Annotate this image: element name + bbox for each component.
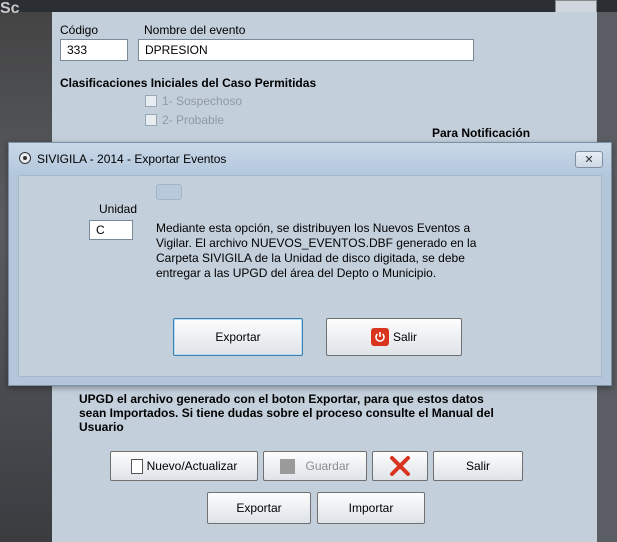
description-line: Mediante esta opción, se distribuyen los… (156, 221, 471, 235)
background-window-title-fragment: Sc (0, 0, 20, 17)
importar-button[interactable]: Importar (317, 492, 425, 524)
delete-button[interactable] (372, 451, 428, 481)
salir-button[interactable]: Salir (433, 451, 523, 481)
sospechoso-label: 1- Sospechoso (162, 94, 243, 108)
nuevo-actualizar-label: Nuevo/Actualizar (146, 459, 238, 473)
exportar-eventos-dialog: SIVIGILA - 2014 - Exportar Eventos ✕ Uni… (8, 142, 612, 386)
description-line: Carpeta SIVIGILA de la Unidad de disco d… (156, 251, 465, 265)
salir-label: Salir (465, 459, 490, 473)
export-description: Mediante esta opción, se distribuyen los… (156, 221, 516, 281)
close-icon: ✕ (584, 154, 594, 166)
guardar-button[interactable]: Guardar (263, 451, 367, 481)
probable-checkbox[interactable] (145, 114, 157, 126)
new-document-icon (130, 458, 143, 474)
sospechoso-checkbox[interactable] (145, 95, 157, 107)
dialog-body: Unidad C Mediante esta opción, se distri… (18, 175, 602, 377)
save-icon (280, 458, 296, 474)
guardar-label: Guardar (305, 459, 350, 473)
dialog-title: SIVIGILA - 2014 - Exportar Eventos (37, 152, 227, 166)
exportar-label: Exportar (236, 501, 282, 515)
unidad-label: Unidad (99, 202, 138, 216)
nombre-evento-label: Nombre del evento (144, 23, 246, 37)
dialog-exportar-label: Exportar (215, 330, 261, 344)
power-icon (370, 328, 389, 346)
exportar-button[interactable]: Exportar (207, 492, 311, 524)
close-button[interactable]: ✕ (575, 151, 603, 168)
dialog-exportar-button[interactable]: Exportar (173, 318, 303, 356)
nuevo-actualizar-button[interactable]: Nuevo/Actualizar (110, 451, 258, 481)
dialog-salir-button[interactable]: Salir (326, 318, 462, 356)
dialog-salir-label: Salir (392, 330, 417, 344)
probable-label: 2- Probable (162, 113, 225, 127)
background-top-strip (0, 0, 617, 12)
nombre-evento-field[interactable]: DPRESION (138, 39, 474, 61)
unidad-field[interactable]: C (89, 220, 133, 240)
para-notificacion-label: Para Notificación (432, 126, 531, 140)
info-text: UPGD el archivo generado con el boton Ex… (79, 392, 599, 434)
importar-label: Importar (348, 501, 394, 515)
description-line: Vigilar. El archivo NUEVOS_EVENTOS.DBF g… (156, 236, 477, 250)
clasificaciones-heading: Clasificaciones Iniciales del Caso Permi… (60, 76, 317, 90)
info-text-line: sean Importados. Si tiene dudas sobre el… (79, 406, 494, 420)
sivigila-app-icon (19, 152, 31, 164)
dialog-small-button[interactable] (156, 184, 182, 200)
codigo-label: Código (60, 23, 99, 37)
info-text-line: UPGD el archivo generado con el boton Ex… (79, 392, 484, 406)
dialog-titlebar: SIVIGILA - 2014 - Exportar Eventos ✕ (9, 143, 611, 175)
info-text-line: Usuario (79, 420, 124, 434)
codigo-field[interactable]: 333 (60, 39, 128, 61)
description-line: entregar a las UPGD del área del Depto o… (156, 266, 437, 280)
red-x-icon (390, 456, 410, 476)
